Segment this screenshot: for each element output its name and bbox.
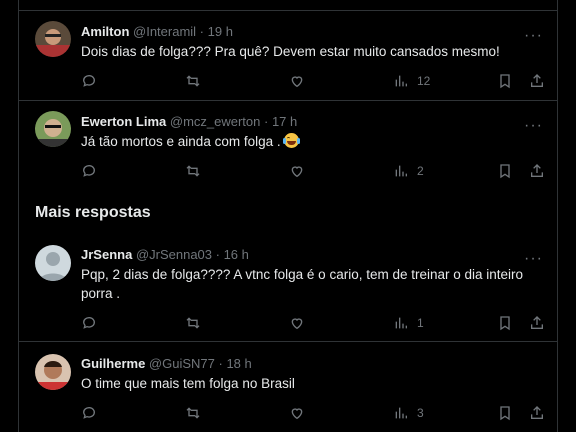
views-count: 3 (417, 406, 424, 420)
share-button[interactable] (529, 314, 545, 332)
author-handle[interactable]: @mcz_ewerton (170, 114, 261, 129)
author-name[interactable]: Ewerton Lima (81, 114, 166, 129)
like-button[interactable] (289, 404, 305, 422)
repost-icon (186, 407, 200, 419)
action-bar: 12 (81, 72, 543, 90)
separator: · (260, 114, 272, 129)
tweet-item[interactable]: JrSenna @JrSenna03 · 16 h ··· Pqp, 2 dia… (19, 233, 557, 342)
section-title: Mais respostas (35, 204, 151, 221)
views-button[interactable]: 3 (393, 404, 424, 422)
reply-icon (82, 317, 95, 329)
tweet-text: Dois dias de folga??? Pra quê? Devem est… (81, 44, 500, 59)
share-button[interactable] (529, 72, 545, 90)
bookmark-button[interactable] (497, 162, 513, 180)
face-with-tears-of-joy-icon (283, 133, 301, 148)
action-bar: 3 (81, 404, 543, 422)
bookmark-button[interactable] (497, 404, 513, 422)
tweet-item[interactable]: Ewerton Lima @mcz_ewerton · 17 h ··· Já … (19, 101, 557, 189)
bookmark-icon (500, 74, 510, 89)
reply-button[interactable] (81, 404, 97, 422)
views-count: 1 (417, 316, 424, 330)
avatar[interactable] (35, 354, 71, 390)
views-button[interactable]: 12 (393, 72, 430, 90)
repost-icon (186, 75, 200, 87)
reply-icon (82, 165, 95, 177)
author-handle[interactable]: @Interamil (133, 24, 196, 39)
author-handle[interactable]: @JrSenna03 (136, 247, 212, 262)
reply-column: Amilton @Interamil · 19 h ··· Dois dias … (18, 0, 558, 432)
share-icon (531, 74, 543, 87)
share-icon (531, 406, 543, 419)
bookmark-button[interactable] (497, 72, 513, 90)
tweet-item[interactable]: Amilton @Interamil · 19 h ··· Dois dias … (19, 11, 557, 101)
separator: · (214, 356, 227, 371)
analytics-icon (395, 75, 407, 87)
like-button[interactable] (289, 162, 305, 180)
timestamp[interactable]: 17 h (272, 114, 297, 129)
more-options-icon[interactable]: ··· (524, 118, 543, 134)
avatar[interactable] (35, 245, 71, 281)
like-button[interactable] (289, 314, 305, 332)
heart-icon (291, 408, 303, 420)
author-name[interactable]: Guilherme (81, 356, 145, 371)
bookmark-icon (500, 164, 510, 179)
views-button[interactable]: 2 (393, 162, 424, 180)
more-options-icon[interactable]: ··· (524, 28, 543, 44)
author-handle[interactable]: @GuiSN77 (149, 356, 215, 371)
separator: · (212, 247, 224, 262)
bookmark-icon (500, 406, 510, 421)
timestamp[interactable]: 19 h (208, 24, 233, 39)
share-button[interactable] (529, 162, 545, 180)
separator: · (196, 24, 208, 39)
share-icon (531, 316, 543, 329)
tweet-text: Já tão mortos e ainda com folga . (81, 134, 281, 149)
bookmark-icon (500, 316, 510, 331)
action-bar: 2 (81, 162, 543, 180)
views-button[interactable]: 1 (393, 314, 424, 332)
tweet-header: Amilton @Interamil · 19 h (81, 24, 233, 39)
tweet-header: Guilherme @GuiSN77 · 18 h (81, 356, 252, 371)
more-options-icon[interactable]: ··· (524, 251, 543, 267)
tweet-item[interactable]: Guilherme @GuiSN77 · 18 h O time que mai… (19, 342, 557, 432)
timestamp[interactable]: 16 h (224, 247, 249, 262)
reply-icon (82, 75, 95, 87)
repost-icon (186, 165, 200, 177)
views-count: 12 (417, 74, 431, 88)
reply-button[interactable] (81, 162, 97, 180)
share-icon (531, 164, 543, 177)
repost-icon (186, 317, 200, 329)
analytics-icon (395, 407, 407, 419)
tweet-text-row: Já tão mortos e ainda com folga . (81, 132, 537, 151)
views-count: 2 (417, 164, 424, 178)
heart-icon (291, 76, 303, 88)
repost-button[interactable] (185, 314, 201, 332)
analytics-icon (395, 317, 407, 329)
repost-button[interactable] (185, 72, 201, 90)
bookmark-button[interactable] (497, 314, 513, 332)
heart-icon (291, 318, 303, 330)
repost-button[interactable] (185, 404, 201, 422)
avatar[interactable] (35, 21, 71, 57)
action-bar: 1 (81, 314, 543, 332)
avatar[interactable] (35, 111, 71, 147)
reply-button[interactable] (81, 72, 97, 90)
timestamp[interactable]: 18 h (226, 356, 251, 371)
reply-button[interactable] (81, 314, 97, 332)
like-button[interactable] (289, 72, 305, 90)
analytics-icon (395, 165, 407, 177)
heart-icon (291, 166, 303, 178)
share-button[interactable] (529, 404, 545, 422)
author-name[interactable]: JrSenna (81, 247, 132, 262)
tweet-header: JrSenna @JrSenna03 · 16 h (81, 247, 249, 262)
tweet-text: O time que mais tem folga no Brasil (81, 376, 295, 391)
tweet-text: Pqp, 2 dias de folga???? A vtnc folga é … (81, 267, 524, 301)
tweet-header: Ewerton Lima @mcz_ewerton · 17 h (81, 114, 297, 129)
author-name[interactable]: Amilton (81, 24, 129, 39)
reply-icon (82, 407, 95, 419)
repost-button[interactable] (185, 162, 201, 180)
